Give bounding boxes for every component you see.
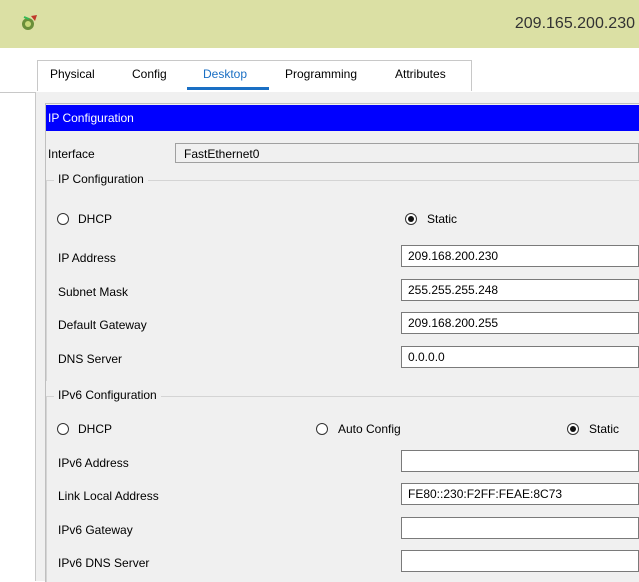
ipv6-auto-config-radio[interactable] [316,423,328,435]
ipv6-address-label: IPv6 Address [58,456,129,470]
interface-select[interactable]: FastEthernet0 [175,143,639,163]
packet-tracer-icon [22,15,37,30]
ipv6-dns-server-label: IPv6 DNS Server [58,556,150,570]
tab-attributes[interactable]: Attributes [395,67,446,81]
ipv4-static-radio[interactable] [405,213,417,225]
active-tab-indicator [187,87,269,90]
ipv6-static-label: Static [589,422,620,436]
ipv4-group-title: IP Configuration [54,172,148,186]
ipv6-gateway-label: IPv6 Gateway [58,523,133,537]
ipv6-address-input[interactable] [401,450,639,472]
default-gateway-label: Default Gateway [58,318,147,332]
dns-server-input[interactable] [401,346,639,368]
default-gateway-input[interactable] [401,312,639,334]
panel-header-title: IP Configuration [48,111,134,125]
ipv6-auto-config-label: Auto Config [338,422,401,436]
tab-desktop[interactable]: Desktop [203,67,247,81]
link-local-address-label: Link Local Address [58,489,159,503]
panel-header: IP Configuration [46,105,639,131]
ipv6-group-title: IPv6 Configuration [54,388,161,402]
interface-label: Interface [48,147,95,161]
ipv6-static-radio[interactable] [567,423,579,435]
ip-address-label: IP Address [58,251,116,265]
tab-strip: Physical Config Desktop Programming Attr… [0,48,639,93]
dns-server-label: DNS Server [58,352,123,366]
link-local-address-input[interactable] [401,483,639,505]
ipv4-dhcp-label: DHCP [78,212,113,226]
ipv6-dns-server-input[interactable] [401,550,639,572]
subnet-mask-input[interactable] [401,279,639,301]
tab-programming[interactable]: Programming [285,67,357,81]
ipv6-dhcp-label: DHCP [78,422,113,436]
tab-physical[interactable]: Physical [50,67,95,81]
ipv6-gateway-input[interactable] [401,517,639,539]
ip-address-input[interactable] [401,245,639,267]
ipv4-static-label: Static [427,212,458,226]
interface-value: FastEthernet0 [184,147,260,161]
ipv4-dhcp-radio[interactable] [57,213,69,225]
tab-config[interactable]: Config [132,67,167,81]
title-bar: 209.165.200.230 [0,0,639,48]
window-title: 209.165.200.230 [514,15,635,32]
ipv6-dhcp-radio[interactable] [57,423,69,435]
subnet-mask-label: Subnet Mask [58,285,129,299]
